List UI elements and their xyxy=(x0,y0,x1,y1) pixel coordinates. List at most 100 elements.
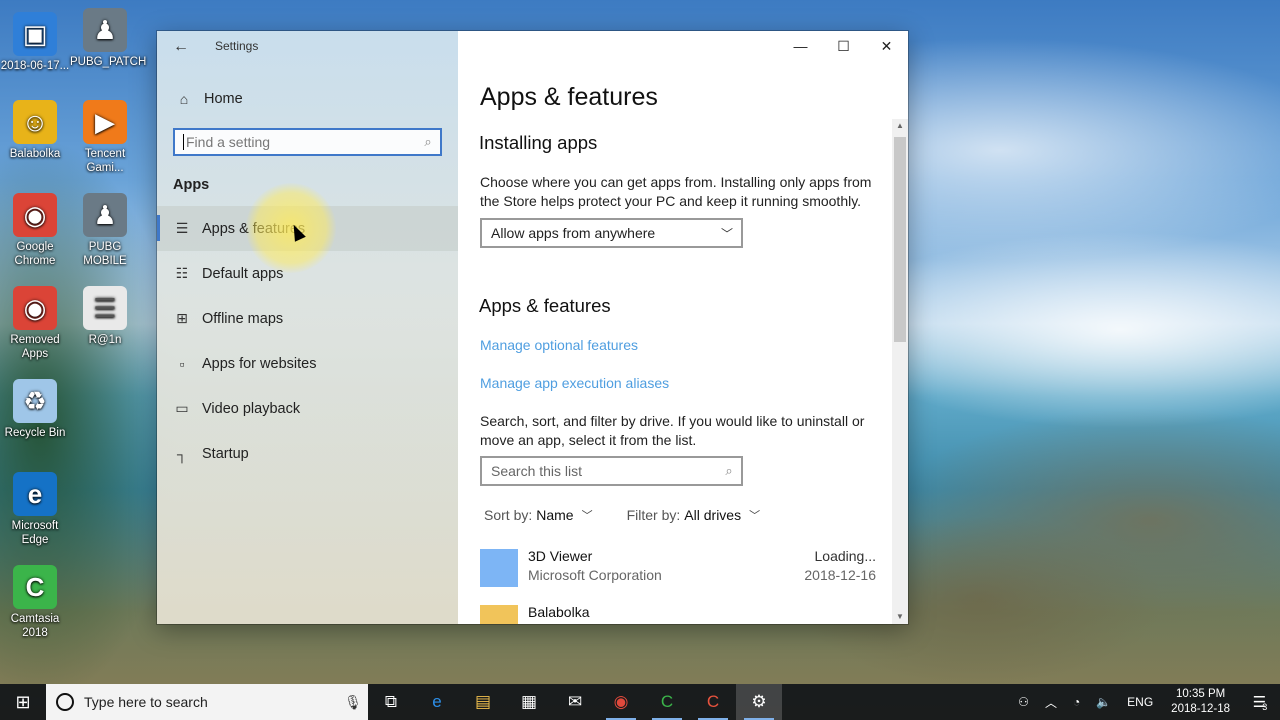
app-source-dropdown[interactable]: Allow apps from anywhere ﹀ xyxy=(480,218,743,248)
desktop-icon[interactable]: ♟ PUBG_PATCH xyxy=(70,8,147,69)
language-indicator[interactable]: ENG xyxy=(1119,695,1161,709)
taskbar-apps: ⧉ e ▤ ▦ ✉ ◉ C C ⚙ xyxy=(368,684,782,720)
apps-features-heading: Apps & features xyxy=(479,295,611,316)
screenshot-file-icon: ▣ xyxy=(13,12,57,56)
minimize-button[interactable]: — xyxy=(779,31,822,61)
desktop-icon-label: Removed Apps xyxy=(10,334,60,360)
sidebar-item-icon: ▫ xyxy=(179,355,185,372)
app-name: 3D Viewer xyxy=(528,548,593,564)
sidebar-item-apps-for-websites[interactable]: ▫ Apps for websites xyxy=(157,341,458,386)
filter-by-label: Filter by: xyxy=(626,507,681,523)
desktop-icon[interactable]: e Microsoft Edge xyxy=(0,472,70,547)
desktop-icon[interactable]: ☺ Balabolka xyxy=(0,100,70,161)
taskbar: ⊞ Type here to search 🎙 ⧉ e ▤ ▦ ✉ ◉ C C ⚙ ⚇ ︿ ◔ … xyxy=(0,684,1280,720)
sidebar-item-default-apps[interactable]: ☷ Default apps xyxy=(157,251,458,296)
desktop-icon-label: 2018-06-17... xyxy=(0,60,70,72)
desktop-icon[interactable]: C Camtasia 2018 xyxy=(0,565,70,640)
microphone-icon[interactable]: 🎙 xyxy=(338,694,368,711)
find-setting-box[interactable]: ⌕ xyxy=(173,128,442,156)
settings-content: — ☐ ✕ Apps & features Installing apps Ch… xyxy=(458,31,908,624)
desktop-icon[interactable]: ◉ Google Chrome xyxy=(0,193,70,268)
search-icon[interactable]: ⌕ xyxy=(717,463,741,479)
desktop-icon-label: Camtasia 2018 xyxy=(10,613,60,639)
sidebar-item-label: Startup xyxy=(202,445,249,462)
taskbar-search[interactable]: Type here to search 🎙 xyxy=(46,684,368,720)
edge-icon: e xyxy=(13,472,57,516)
network-icon[interactable]: ◔ xyxy=(1065,695,1088,709)
taskbar-camtasia-recorder-icon[interactable]: C xyxy=(690,684,736,720)
taskbar-chrome-icon[interactable]: ◉ xyxy=(598,684,644,720)
desktop-icon[interactable]: ☰ R@1n xyxy=(70,286,140,347)
app-list-item[interactable]: Balabolka xyxy=(480,602,876,624)
cortana-icon xyxy=(56,693,74,711)
sidebar-item-icon: ☰ xyxy=(175,220,189,236)
balabolka-icon: ☺ xyxy=(13,100,57,144)
tencent-gaming-icon: ▶ xyxy=(83,100,127,144)
desktop-icon[interactable]: ♟ PUBG MOBILE xyxy=(70,193,140,268)
taskbar-edge-icon[interactable]: e xyxy=(414,684,460,720)
people-icon[interactable]: ⚇ xyxy=(1010,695,1037,709)
sidebar-item-offline-maps[interactable]: ⊞ Offline maps xyxy=(157,296,458,341)
find-setting-input[interactable] xyxy=(183,134,416,150)
maximize-button[interactable]: ☐ xyxy=(822,31,865,61)
chevron-up-icon[interactable]: ︿ xyxy=(1037,694,1065,711)
sidebar-item-label: Video playback xyxy=(202,400,301,417)
action-center-icon[interactable]: ☰ 3 xyxy=(1240,692,1280,712)
app-list-search-box[interactable]: ⌕ xyxy=(480,456,743,486)
sidebar-item-apps-features[interactable]: ☰ Apps & features xyxy=(157,206,458,251)
window-title: Settings xyxy=(215,39,259,53)
desktop-icon-label: Balabolka xyxy=(9,148,61,160)
back-arrow-icon[interactable]: ← xyxy=(171,37,191,57)
taskbar-file-explorer-icon[interactable]: ▤ xyxy=(460,684,506,720)
scroll-thumb[interactable] xyxy=(894,137,906,342)
manage-app-execution-aliases-link[interactable]: Manage app execution aliases xyxy=(480,375,669,391)
chevron-down-icon: ﹀ xyxy=(749,510,761,522)
sort-by-dropdown[interactable]: Sort by: Name ﹀ xyxy=(484,507,593,523)
start-button[interactable]: ⊞ xyxy=(0,684,46,720)
content-scrollbar[interactable]: ▲ ▼ xyxy=(892,119,908,624)
app-list-item[interactable]: 3D Viewer Microsoft Corporation Loading.… xyxy=(480,546,877,587)
sidebar-item-startup[interactable]: ┐ Startup xyxy=(157,431,458,476)
desktop-icon-label: Recycle Bin xyxy=(4,427,66,439)
desktop-icon[interactable]: ♻ Recycle Bin xyxy=(0,379,70,440)
notification-count: 3 xyxy=(1262,702,1268,712)
desktop-icon[interactable]: ▣ 2018-06-17... xyxy=(0,12,70,73)
sidebar-item-video-playback[interactable]: ▭ Video playback xyxy=(157,386,458,431)
desktop-icon[interactable]: ▶ Tencent Gami... xyxy=(70,100,140,175)
app-size: Loading... xyxy=(814,548,877,564)
desktop-icon-label: Microsoft Edge xyxy=(11,520,59,546)
scroll-down-icon[interactable]: ▼ xyxy=(892,610,908,624)
scroll-up-icon[interactable]: ▲ xyxy=(892,119,908,133)
caption-buttons: — ☐ ✕ xyxy=(779,31,908,61)
settings-sidebar: ← Settings ⌂ Home ⌕ Apps ☰Apps & feature… xyxy=(157,31,458,624)
taskbar-mail-icon[interactable]: ✉ xyxy=(552,684,598,720)
pubg-mobile-icon: ♟ xyxy=(83,193,127,237)
clock[interactable]: 10:35 PM 2018-12-18 xyxy=(1161,687,1240,717)
clock-time: 10:35 PM xyxy=(1175,688,1226,700)
camtasia-icon: C xyxy=(13,565,57,609)
taskbar-task-view-icon[interactable]: ⧉ xyxy=(368,684,414,720)
app-source-value: Allow apps from anywhere xyxy=(491,225,656,241)
desktop-icon[interactable]: ◉ Removed Apps xyxy=(0,286,70,361)
desktop-icon-label: PUBG_PATCH xyxy=(70,56,147,68)
close-button[interactable]: ✕ xyxy=(865,31,908,61)
taskbar-store-icon[interactable]: ▦ xyxy=(506,684,552,720)
taskbar-camtasia-icon[interactable]: C xyxy=(644,684,690,720)
search-icon[interactable]: ⌕ xyxy=(416,134,440,150)
manage-optional-features-link[interactable]: Manage optional features xyxy=(480,337,638,353)
app-list-search-input[interactable] xyxy=(491,463,717,479)
sidebar-item-home[interactable]: ⌂ Home xyxy=(157,83,458,115)
chrome-icon: ◉ xyxy=(13,193,57,237)
taskbar-settings-gear-icon[interactable]: ⚙ xyxy=(736,684,782,720)
taskbar-search-placeholder: Type here to search xyxy=(84,694,208,710)
filter-by-dropdown[interactable]: Filter by: All drives ﹀ xyxy=(627,507,760,523)
app-publisher: Microsoft Corporation xyxy=(528,567,662,583)
sidebar-nav-list: ☰ Apps & features ☷ Default apps ⊞ Offline ma… xyxy=(157,206,458,476)
3d-viewer-app-icon xyxy=(480,549,518,587)
sidebar-item-icon: ▭ xyxy=(175,400,189,416)
app-install-date: 2018-12-16 xyxy=(804,567,876,583)
windows-logo-icon: ⊞ xyxy=(15,691,31,712)
volume-icon[interactable]: 🔈 xyxy=(1088,695,1119,709)
chevron-down-icon: ﹀ xyxy=(720,226,733,241)
sidebar-item-icon: ┐ xyxy=(177,445,187,462)
